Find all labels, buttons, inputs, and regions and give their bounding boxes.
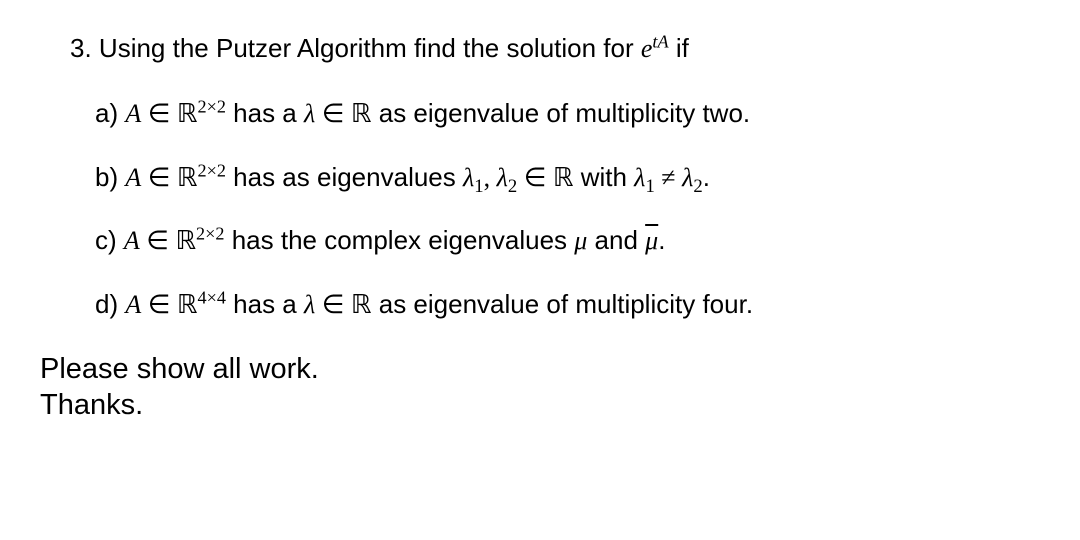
problem-intro-after: if [676, 33, 689, 63]
closing-line1: Please show all work. [40, 351, 1040, 387]
l2b: λ [682, 163, 693, 192]
dim: 2×2 [197, 97, 225, 117]
R2: ℝ [351, 290, 372, 319]
with: with [573, 162, 634, 192]
closing-text: Please show all work. Thanks. [40, 351, 1040, 424]
lambda: λ [304, 290, 315, 319]
period: . [703, 162, 710, 192]
s2b: 2 [693, 176, 702, 197]
comma: , [484, 163, 497, 192]
in2: ∈ [315, 290, 351, 319]
R: ℝ [175, 226, 196, 255]
subpart-b: b) A ∈ ℝ2×2 has as eigenvalues λ1, λ2 ∈ … [95, 159, 1040, 196]
part-label: a) [95, 98, 125, 128]
l2: λ [497, 163, 508, 192]
in2: ∈ [517, 163, 553, 192]
exp-base: e [641, 34, 653, 63]
s1: 1 [474, 176, 483, 197]
A: A [125, 290, 141, 319]
period: . [658, 225, 665, 255]
subparts-list: a) A ∈ ℝ2×2 has a λ ∈ ℝ as eigenvalue of… [95, 95, 1040, 323]
text2: as eigenvalue of multiplicity two. [372, 98, 751, 128]
part-label: d) [95, 289, 125, 319]
s2: 2 [508, 176, 517, 197]
text: has a [226, 289, 304, 319]
R2: ℝ [351, 99, 372, 128]
l1b: λ [634, 163, 645, 192]
l1: λ [463, 163, 474, 192]
R: ℝ [177, 290, 198, 319]
lambda: λ [304, 99, 315, 128]
in: ∈ [141, 163, 177, 192]
mu: μ [574, 226, 587, 255]
text2: as eigenvalue of multiplicity four. [372, 289, 754, 319]
in2: ∈ [315, 99, 351, 128]
dim: 4×4 [197, 287, 225, 307]
R: ℝ [177, 163, 198, 192]
part-label: c) [95, 225, 124, 255]
text: has the complex eigenvalues [224, 225, 574, 255]
subpart-d: d) A ∈ ℝ4×4 has a λ ∈ ℝ as eigenvalue of… [95, 286, 1040, 323]
problem-statement: 3. Using the Putzer Algorithm find the s… [70, 30, 1040, 67]
mu-bar: μ [645, 226, 658, 255]
R: ℝ [177, 99, 198, 128]
dim: 2×2 [196, 224, 224, 244]
subpart-c: c) A ∈ ℝ2×2 has the complex eigenvalues … [95, 222, 1040, 259]
in: ∈ [141, 290, 177, 319]
A: A [125, 163, 141, 192]
A: A [125, 99, 141, 128]
subpart-a: a) A ∈ ℝ2×2 has a λ ∈ ℝ as eigenvalue of… [95, 95, 1040, 132]
dim: 2×2 [197, 160, 225, 180]
closing-line2: Thanks. [40, 387, 1040, 423]
and: and [587, 225, 645, 255]
s1b: 1 [645, 176, 654, 197]
A: A [124, 226, 140, 255]
in: ∈ [140, 226, 176, 255]
R2: ℝ [553, 163, 574, 192]
in: ∈ [141, 99, 177, 128]
part-label: b) [95, 162, 125, 192]
text: has as eigenvalues [226, 162, 463, 192]
neq: ≠ [655, 163, 682, 192]
problem-number: 3. [70, 33, 92, 63]
text: has a [226, 98, 304, 128]
exp-expression: etA [641, 34, 669, 63]
problem-intro-before: Using the Putzer Algorithm find the solu… [99, 33, 641, 63]
exp-sup: tA [652, 31, 668, 51]
